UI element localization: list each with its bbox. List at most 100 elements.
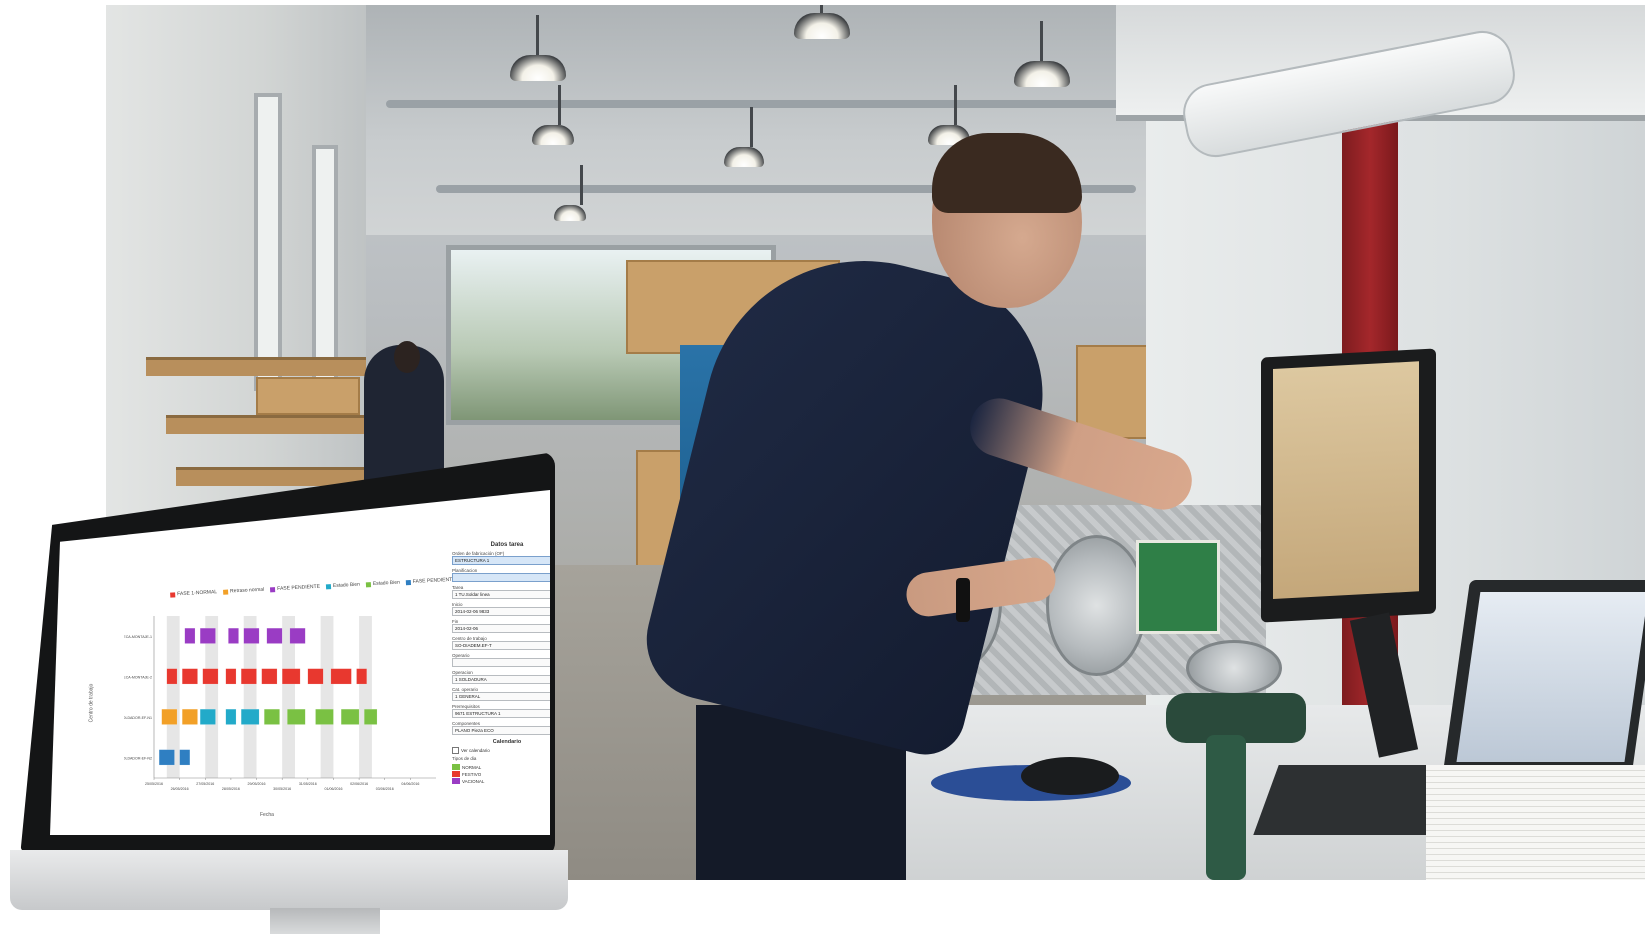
gantt-bar	[184, 627, 196, 644]
task-field-value[interactable]: SO-DIADEM.EF-T	[452, 641, 550, 650]
calendar-checkbox-row[interactable]: Ver calendario	[452, 747, 550, 754]
gantt-app-screen: FASE 1-NORMAL Retraso normal FASE PENDIENT…	[50, 490, 550, 835]
x-tick-label: 02/06/2016	[350, 782, 368, 786]
gantt-bar	[287, 708, 306, 725]
gantt-bar	[315, 708, 334, 725]
page: FASE 1-NORMAL Retraso normal FASE PENDIENT…	[0, 0, 1645, 934]
task-field: Planificacion	[452, 568, 550, 582]
legend-item: Estado Bien	[365, 580, 400, 588]
day-type-swatch	[452, 771, 460, 777]
day-type-item: NORMAL	[452, 764, 550, 770]
gantt-bar	[225, 708, 237, 725]
background-worker-head	[394, 341, 420, 373]
gantt-chart-svg: MECA-MONTAJE-1 MECA-MONTAJE-2 SOLDADOR-EF-…	[124, 616, 436, 791]
circuit-board	[1136, 540, 1220, 634]
task-field-value[interactable]: 1 SOLDADURA	[452, 675, 550, 684]
gantt-bar	[330, 668, 352, 685]
legend-item: FASE PENDIENTE	[270, 584, 320, 593]
task-field: Operacion 1 SOLDADURA	[452, 670, 550, 684]
gantt-bar	[240, 668, 257, 685]
legend-label: FASE PENDIENTE	[412, 576, 456, 585]
task-field: Fin 2014-02-06	[452, 619, 550, 633]
task-field: Tarea 1 TU.Soldar linea	[452, 585, 550, 599]
category-label: SOLDADOR-EF-N2	[124, 756, 152, 760]
legend-label: FASE PENDIENTE	[277, 583, 321, 592]
gantt-bar	[228, 627, 239, 644]
day-type-label: VACIONAL	[462, 778, 485, 784]
task-field-value[interactable]: 2014-02-06 9833	[452, 607, 550, 616]
x-tick-label: 30/05/2016	[273, 787, 291, 791]
gantt-bar	[161, 708, 178, 725]
gantt-bar	[264, 708, 280, 725]
duct-pipe	[1046, 535, 1147, 676]
task-field: Inicio 2014-02-06 9833	[452, 602, 550, 616]
task-field: Operario	[452, 653, 550, 667]
x-tick-label: 03/06/2016	[376, 787, 394, 791]
chart-legend: FASE 1-NORMAL Retraso normal FASE PENDIENT…	[170, 572, 460, 601]
gantt-bar	[364, 708, 378, 725]
day-types-label-row: Tipos de dia	[452, 756, 550, 761]
gantt-bar	[340, 708, 360, 725]
legend-item: Estado Bien	[325, 581, 361, 590]
gantt-bar	[356, 668, 367, 685]
day-types-label: Tipos de dia	[452, 756, 477, 761]
workstation-monitor	[1261, 348, 1436, 623]
task-field: Centro de trabajo SO-DIADEM.EF-T	[452, 636, 550, 650]
laptop	[1441, 580, 1645, 780]
wristwatch	[956, 578, 970, 622]
category-label: MECA-MONTAJE-1	[124, 635, 152, 639]
gantt-bar	[266, 627, 283, 644]
panel-title: Datos tarea	[490, 542, 524, 548]
task-field-value[interactable]: 2014-02-06	[452, 624, 550, 633]
x-axis-label: Fecha	[260, 812, 274, 818]
power-drill-handle	[1206, 735, 1246, 880]
ceiling-lamp	[724, 107, 764, 167]
gantt-bar	[225, 668, 237, 685]
task-details-panel: Datos tarea Orden de fabricación (OF) EST…	[452, 542, 550, 812]
legend-label: FASE 1-NORMAL	[177, 589, 218, 598]
x-tick-label: 27/05/2016	[196, 782, 214, 786]
gantt-bar	[179, 749, 191, 766]
calendar-title: Calendario	[492, 739, 522, 745]
legend-label: Retraso normal	[229, 586, 265, 595]
day-type-swatch	[452, 778, 460, 784]
legend-swatch	[223, 589, 229, 595]
legend-swatch	[365, 581, 372, 587]
task-field: Orden de fabricación (OF) ESTRUCTURA 1	[452, 551, 550, 565]
x-tick-label: 25/05/2016	[145, 782, 163, 786]
task-field-value[interactable]: 1 TU.Soldar linea	[452, 590, 550, 599]
task-field-value[interactable]: ESTRUCTURA 1	[452, 556, 550, 565]
ceiling-duct	[386, 100, 1146, 108]
gantt-bar	[182, 668, 198, 685]
task-field-value[interactable]	[452, 573, 550, 582]
day-type-swatch	[452, 764, 460, 770]
task-field-value[interactable]: 1 GENERAL	[452, 692, 550, 701]
day-type-item: VACIONAL	[452, 778, 550, 784]
storage-shelf	[166, 415, 366, 434]
task-field-value[interactable]: 9671 ESTRUCTURA 1	[452, 709, 550, 718]
ceiling-lamp	[532, 85, 574, 145]
shaded-column	[359, 616, 372, 778]
cardboard-box	[256, 377, 360, 415]
task-field: Componentes PLANO Pieza ECO	[452, 721, 550, 735]
legend-item: Retraso normal	[223, 587, 264, 595]
day-types-list: NORMAL FESTIVO VACIONAL	[452, 764, 550, 784]
gantt-bar	[199, 627, 216, 644]
calendar-checkbox[interactable]	[452, 747, 459, 754]
task-field-value[interactable]: PLANO Pieza ECO	[452, 726, 550, 735]
x-tick-label: 04/06/2016	[401, 782, 419, 786]
x-tick-label: 29/05/2016	[248, 782, 266, 786]
imac-chin	[10, 850, 568, 910]
gantt-bar	[182, 708, 198, 725]
task-field-value[interactable]	[452, 658, 550, 667]
gantt-bar	[243, 627, 260, 644]
paper-stack	[1426, 765, 1645, 880]
x-tick-label: 26/05/2016	[171, 787, 189, 791]
legend-swatch	[325, 583, 332, 589]
ceiling-lamp	[510, 15, 566, 81]
legend-swatch	[270, 586, 276, 592]
gantt-chart: MECA-MONTAJE-1 MECA-MONTAJE-2 SOLDADOR-EF-…	[124, 608, 442, 798]
legend-label: Estado Bien	[332, 581, 361, 590]
gantt-bar	[289, 627, 306, 644]
gantt-bar	[158, 749, 175, 766]
